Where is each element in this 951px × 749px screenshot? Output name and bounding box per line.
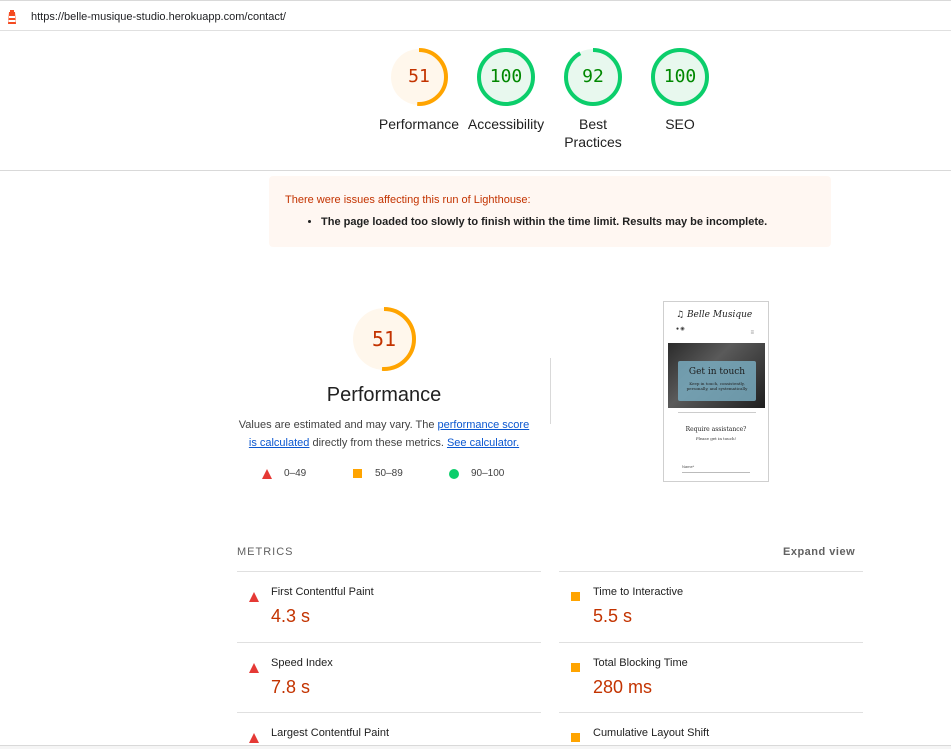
thumb-hero-sub: Keep in touch, consistently, personally,… <box>686 381 748 391</box>
square-icon <box>571 660 581 678</box>
url-bar: https://belle-musique-studio.herokuapp.c… <box>0 0 951 31</box>
gauge-seo[interactable]: 100 SEO <box>635 47 725 133</box>
vertical-divider <box>550 358 551 424</box>
legend-fail: 0–49 <box>262 468 322 482</box>
legend-range: 50–89 <box>375 468 403 479</box>
gauge-ring: 100 <box>476 47 536 107</box>
circle-icon <box>449 469 459 482</box>
metric-time-to-interactive: Time to Interactive 5.5 s <box>559 571 863 641</box>
gauge-label: Accessibility <box>467 116 545 132</box>
gauge-label: Best Practices <box>564 116 622 150</box>
metric-value: 280 ms <box>593 677 653 697</box>
warning-title: There were issues affecting this run of … <box>285 194 531 206</box>
metric-title: Speed Index <box>271 657 333 669</box>
metric-total-blocking-time: Total Blocking Time 280 ms <box>559 642 863 712</box>
url-text[interactable]: https://belle-musique-studio.herokuapp.c… <box>31 11 286 23</box>
gauge-label: SEO <box>665 116 695 132</box>
thumb-icons: ● ◉ <box>676 326 685 332</box>
gauge-ring: 51 <box>389 47 449 107</box>
gauge-ring: 100 <box>650 47 710 107</box>
runtime-warning: There were issues affecting this run of … <box>269 176 831 247</box>
square-icon <box>353 469 363 482</box>
thumb-name-label: Name* <box>682 464 695 469</box>
performance-score: 51 <box>371 327 397 351</box>
performance-gauge: 51 <box>351 306 417 372</box>
metric-title: First Contentful Paint <box>271 586 374 598</box>
gauge-score: 100 <box>663 66 697 87</box>
gauge-best-practices[interactable]: 92 Best Practices <box>548 47 638 151</box>
thumb-name-field <box>682 472 750 473</box>
gauge-label: Performance <box>378 116 460 132</box>
gauge-score: 100 <box>489 66 523 87</box>
thumb-please: Please get in touch! <box>695 436 737 441</box>
metric-speed-index: Speed Index 7.8 s <box>237 642 541 712</box>
metric-title: Total Blocking Time <box>593 657 688 669</box>
metric-value: 7.8 s <box>271 677 311 697</box>
gauge-accessibility[interactable]: 100 Accessibility <box>461 47 551 133</box>
triangle-icon <box>249 660 259 678</box>
gauge-performance[interactable]: 51 Performance <box>374 47 464 133</box>
thumb-assist: Require assistance? <box>685 426 747 433</box>
menu-icon: ≡ <box>750 330 754 336</box>
desc-text: Values are estimated and may vary. The <box>238 419 438 431</box>
thumb-hero-card: Get in touch Keep in touch, consistently… <box>678 361 756 401</box>
desc-text: directly from these metrics. <box>309 437 447 449</box>
thumb-brand: ♫ Belle Musique <box>676 310 753 320</box>
bottom-edge <box>0 745 951 749</box>
metric-title: Time to Interactive <box>593 586 684 598</box>
final-screenshot[interactable]: ♫ Belle Musique ● ◉ ≡ Get in touch Keep … <box>663 301 769 482</box>
square-icon <box>571 589 581 607</box>
gauge-score: 92 <box>582 66 604 87</box>
expand-view-toggle[interactable]: Expand view <box>783 546 855 558</box>
thumb-hero-title: Get in touch <box>688 367 746 377</box>
thumb-hero: Get in touch Keep in touch, consistently… <box>668 343 765 408</box>
warning-list: The page loaded too slowly to finish wit… <box>305 216 767 228</box>
thumb-divider <box>678 412 756 413</box>
triangle-icon <box>249 589 259 607</box>
metric-title: Largest Contentful Paint <box>271 727 390 739</box>
metric-value: 4.3 s <box>271 606 311 626</box>
warning-item: The page loaded too slowly to finish wit… <box>321 216 767 228</box>
metrics-header: METRICS <box>237 546 294 558</box>
metric-largest-contentful-paint: Largest Contentful Paint <box>237 712 541 745</box>
see-calculator-link[interactable]: See calculator. <box>447 437 519 449</box>
metric-first-contentful-paint: First Contentful Paint 4.3 s <box>237 571 541 641</box>
gauge-score: 51 <box>408 66 430 87</box>
legend-range: 90–100 <box>471 468 505 479</box>
legend-range: 0–49 <box>284 468 307 479</box>
triangle-icon <box>262 469 272 482</box>
gauge-ring: 92 <box>563 47 623 107</box>
legend-average: 50–89 <box>353 468 423 482</box>
performance-title: Performance <box>326 384 442 406</box>
lighthouse-icon <box>5 9 19 30</box>
category-gauges: 51 Performance 100 Accessibility 92 Best… <box>0 32 951 171</box>
metric-cumulative-layout-shift: Cumulative Layout Shift <box>559 712 863 745</box>
metric-value: 5.5 s <box>593 606 633 626</box>
legend-pass: 90–100 <box>449 468 519 482</box>
metric-title: Cumulative Layout Shift <box>593 727 710 739</box>
performance-description: Values are estimated and may vary. The p… <box>238 416 530 452</box>
